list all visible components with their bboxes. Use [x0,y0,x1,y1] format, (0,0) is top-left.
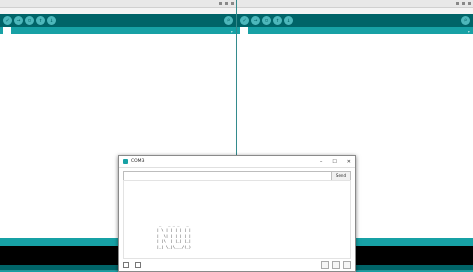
send-button[interactable]: Send [330,172,350,180]
sketch-tab[interactable] [240,27,248,34]
title-bar [0,0,236,8]
serial-options [123,261,351,269]
serial-title-bar: COM3 – ☐ ✕ [119,156,355,168]
window-controls: – ☐ ✕ [320,159,351,165]
baud-rate-select[interactable] [332,261,340,269]
serial-monitor-icon[interactable]: ⌕ [461,16,470,25]
serial-output-line [127,255,347,259]
minimize-icon[interactable]: – [320,159,323,165]
autoscroll-checkbox[interactable] [123,262,129,268]
maximize-icon[interactable] [225,2,228,5]
minimize-icon[interactable] [219,2,222,5]
arduino-icon [123,159,128,164]
timestamp-checkbox[interactable] [135,262,141,268]
save-icon[interactable]: ↓ [47,16,56,25]
window-controls [219,2,234,5]
open-icon[interactable]: ↑ [36,16,45,25]
window-controls [456,2,471,5]
serial-input[interactable] [124,173,331,179]
upload-icon[interactable]: → [251,16,260,25]
maximize-icon[interactable]: ☐ [332,159,336,165]
clear-output-button[interactable] [343,261,351,269]
close-icon[interactable] [468,2,471,5]
new-icon[interactable]: ▫ [25,16,34,25]
maximize-icon[interactable] [462,2,465,5]
serial-monitor-window: COM3 – ☐ ✕ Send _ _ _ _ _ | \ | | | | | … [118,155,356,272]
verify-icon[interactable]: ✓ [240,16,249,25]
serial-monitor-icon[interactable]: ⌕ [224,16,233,25]
minimize-icon[interactable] [456,2,459,5]
toolbar: ✓ → ▫ ↑ ↓ ⌕ [0,14,236,27]
serial-port-title: COM3 [131,159,145,164]
verify-icon[interactable]: ✓ [3,16,12,25]
line-ending-select[interactable] [321,261,329,269]
new-icon[interactable]: ▫ [262,16,271,25]
upload-icon[interactable]: → [14,16,23,25]
sketch-tab[interactable] [3,27,11,34]
serial-output: _ _ _ _ _ | \ | | | | | | | \| | | | | |… [123,180,351,259]
tab-strip: ▾ [237,27,473,34]
toolbar: ✓ → ▫ ↑ ↓ ⌕ [237,14,473,27]
open-icon[interactable]: ↑ [273,16,282,25]
title-bar [237,0,473,8]
save-icon[interactable]: ↓ [284,16,293,25]
close-icon[interactable] [231,2,234,5]
tab-strip: ▾ [0,27,236,34]
close-icon[interactable]: ✕ [347,159,351,165]
